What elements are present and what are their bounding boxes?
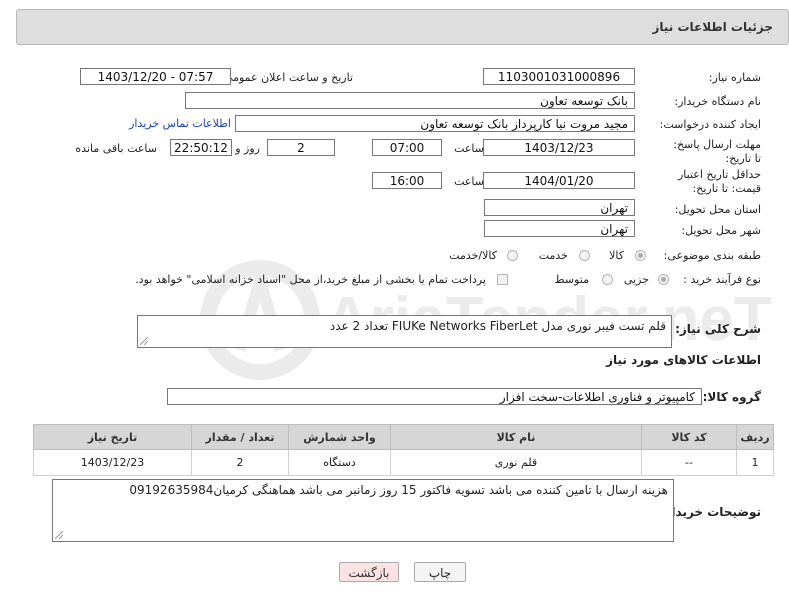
col-need-date: تاریخ نیاز xyxy=(33,424,192,450)
back-button[interactable]: بازگشت xyxy=(339,562,399,582)
deadline-time-field: 07:00 xyxy=(372,139,442,156)
treasury-payment-note: پرداخت تمام یا بخشی از مبلغ خرید،از محل … xyxy=(135,273,486,286)
cell-unit: دستگاه xyxy=(288,449,391,476)
goods-info-title: اطلاعات کالاهای مورد نیاز xyxy=(606,353,761,367)
category-radio-goods-service[interactable] xyxy=(507,250,518,261)
resize-handle-icon[interactable] xyxy=(55,531,63,539)
items-table: ردیف کد کالا نام کالا واحد شمارش تعداد /… xyxy=(33,424,774,476)
treasury-payment-checkbox[interactable] xyxy=(497,274,508,285)
province-label: استان محل تحویل: xyxy=(674,203,761,216)
buyer-contact-link[interactable]: اطلاعات تماس خریدار xyxy=(129,117,231,130)
page-header: جزئیات اطلاعات نیاز xyxy=(16,9,789,45)
category-option-goods-service: کالا/خدمت xyxy=(449,249,497,262)
buyer-notes-text: هزینه ارسال با تامین کننده می باشد تسویه… xyxy=(129,483,668,497)
cell-quantity: 2 xyxy=(191,449,289,476)
province-field: تهران xyxy=(484,199,635,216)
description-text: قلم تست فیبر نوری مدل FIUKe Networks Fib… xyxy=(329,319,666,333)
cell-need-date: 1403/12/23 xyxy=(33,449,192,476)
page-title: جزئیات اطلاعات نیاز xyxy=(652,20,773,34)
process-option-minor: جزیی xyxy=(623,273,649,286)
city-label: شهر محل تحویل: xyxy=(681,224,761,237)
buyer-notes-field: هزینه ارسال با تامین کننده می باشد تسویه… xyxy=(52,479,674,542)
col-quantity: تعداد / مقدار xyxy=(191,424,289,450)
days-word: روز و xyxy=(235,142,260,155)
process-label: نوع فرآیند خرید : xyxy=(683,273,761,286)
cell-name: قلم نوری xyxy=(390,449,642,476)
announce-field: 1403/12/20 - 07:57 xyxy=(80,68,231,85)
category-option-service: خدمت xyxy=(538,249,568,262)
description-field: قلم تست فیبر نوری مدل FIUKe Networks Fib… xyxy=(137,315,672,348)
announce-label: تاریخ و ساعت اعلان عمومی: xyxy=(220,71,353,84)
col-unit: واحد شمارش xyxy=(288,424,391,450)
cell-code: -- xyxy=(641,449,737,476)
validity-time-field: 16:00 xyxy=(372,172,442,189)
validity-time-word: ساعت xyxy=(454,175,484,188)
category-radio-service[interactable] xyxy=(579,250,590,261)
buyer-org-field: بانک توسعه تعاون xyxy=(185,92,635,109)
process-radio-minor[interactable] xyxy=(658,274,669,285)
goods-group-label: گروه کالا: xyxy=(702,390,761,404)
process-option-medium: متوسط xyxy=(554,273,589,286)
table-row: 1 -- قلم نوری دستگاه 2 1403/12/23 xyxy=(33,449,774,476)
category-radio-goods[interactable] xyxy=(635,250,646,261)
col-row: ردیف xyxy=(736,424,774,450)
remaining-word: ساعت باقی مانده xyxy=(75,142,157,155)
validity-date-field: 1404/01/20 xyxy=(483,172,635,189)
deadline-label: مهلت ارسال پاسخ: تا تاریخ: xyxy=(673,138,761,165)
creator-label: ایجاد کننده درخواست: xyxy=(659,118,761,131)
need-number-field: 1103001031000896 xyxy=(483,68,635,85)
print-button[interactable]: چاپ xyxy=(414,562,466,582)
need-number-label: شماره نیاز: xyxy=(708,71,761,84)
remaining-time-field: 22:50:12 xyxy=(170,139,232,156)
resize-handle-icon[interactable] xyxy=(140,337,148,345)
col-name: نام کالا xyxy=(390,424,642,450)
deadline-time-word: ساعت xyxy=(454,142,484,155)
city-field: تهران xyxy=(484,220,635,237)
cell-row: 1 xyxy=(736,449,774,476)
items-table-header: ردیف کد کالا نام کالا واحد شمارش تعداد /… xyxy=(33,424,774,450)
buyer-org-label: نام دستگاه خریدار: xyxy=(674,95,761,108)
category-option-goods: کالا xyxy=(609,249,624,262)
validity-label: حداقل تاریخ اعتبار قیمت: تا تاریخ: xyxy=(677,168,761,195)
buyer-notes-label: توضیحات خریدار: xyxy=(659,505,761,519)
deadline-date-field: 1403/12/23 xyxy=(483,139,635,156)
creator-field: مجید مروت نیا کارپرداز بانک توسعه تعاون xyxy=(235,115,635,132)
days-field: 2 xyxy=(267,139,335,156)
col-code: کد کالا xyxy=(641,424,737,450)
description-label: شرح کلی نیاز: xyxy=(675,322,761,336)
goods-group-field: کامپیوتر و فناوری اطلاعات-سخت افزار xyxy=(167,388,702,405)
category-label: طبقه بندی موضوعی: xyxy=(663,249,761,262)
process-radio-medium[interactable] xyxy=(602,274,613,285)
